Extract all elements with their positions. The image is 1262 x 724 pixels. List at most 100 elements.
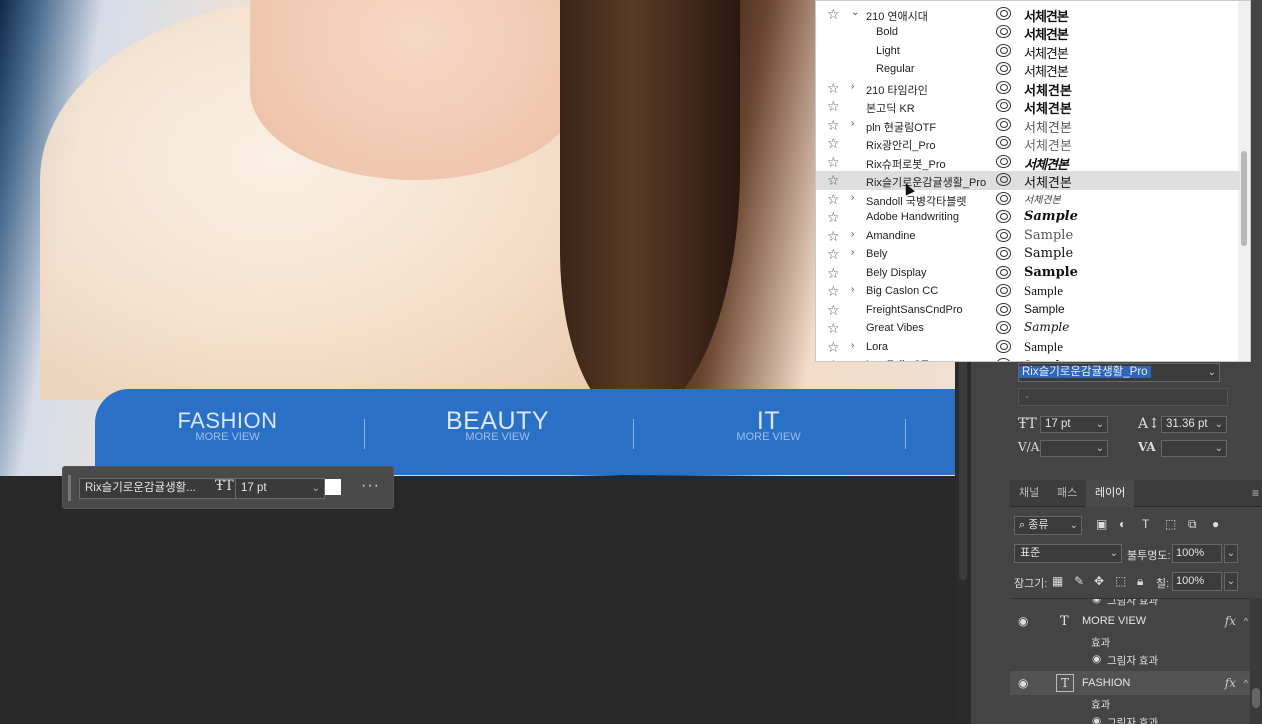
font-list-item[interactable]: Regular 서체견본 [816,60,1240,79]
eye-icon[interactable]: ◉ [1092,715,1101,724]
eye-icon[interactable]: ◉ [1092,653,1101,665]
leading-field[interactable]: 31.36 pt ⌄ [1161,416,1227,433]
favorite-star-icon[interactable]: ☆ [827,98,840,114]
chevron-right-icon[interactable]: › [851,284,854,295]
layer-effects-group[interactable]: 효과 [1010,695,1250,713]
chevron-right-icon[interactable]: › [851,247,854,258]
favorite-star-icon[interactable]: ☆ [827,246,840,262]
font-list-item[interactable]: ☆ › Los Feliz OT Sample [816,356,1240,361]
lock-paint-icon[interactable]: ✎ [1074,574,1084,588]
layer-effects-group[interactable]: 효과 [1010,633,1250,651]
text-color-swatch[interactable] [325,479,341,495]
lock-position-icon[interactable]: ✥ [1094,574,1104,588]
font-list-item[interactable]: Light 서체견본 [816,42,1240,61]
tab-paths[interactable]: 패스 [1048,480,1086,507]
font-list-item[interactable]: ☆ Great Vibes Sample [816,319,1240,338]
smart-object-filter-icon[interactable]: ⧉ [1188,517,1197,532]
font-list-item[interactable]: ☆ ⌄ 210 연애시대 서체견본 [816,5,1240,24]
banner-item-it[interactable]: IT MORE VIEW [706,407,831,443]
scrollbar-thumb[interactable] [1241,151,1247,246]
fill-chevron-icon[interactable]: ⌄ [1224,572,1238,591]
font-size-select[interactable]: 17 pt ⌄ [235,478,325,499]
eye-icon[interactable]: ◉ [1018,676,1028,690]
adjustment-filter-icon[interactable]: ◐ [1119,517,1126,531]
kerning-field[interactable]: ⌄ [1040,440,1108,457]
chevron-right-icon[interactable]: › [851,81,854,92]
layer-effect-item[interactable]: ◉ 그림자 효과 [1010,599,1250,607]
collapse-caret-icon[interactable]: ^ [1244,678,1248,688]
tracking-field[interactable]: ⌄ [1161,440,1227,457]
layer-effect-item[interactable]: ◉ 그림자 효과 [1010,651,1250,669]
tab-layers[interactable]: 레이어 [1086,480,1135,507]
favorite-star-icon[interactable]: ☆ [827,302,840,318]
scrollbar-thumb[interactable] [1252,688,1260,708]
character-font-style[interactable]: - [1018,388,1228,406]
font-list-item[interactable]: ☆ › pln 현굴림OTF 서체견본 [816,116,1240,135]
shape-filter-icon[interactable]: ⬚ [1165,517,1176,531]
eye-icon[interactable]: ◉ [1092,599,1101,605]
blend-mode-select[interactable]: 표준 ⌄ [1014,544,1122,563]
font-list-item[interactable]: ☆ › 210 타임라인 서체견본 [816,79,1240,98]
chevron-down-icon[interactable]: ⌄ [851,7,859,18]
favorite-star-icon[interactable]: ☆ [827,339,840,355]
favorite-star-icon[interactable]: ☆ [827,265,840,281]
font-list-item[interactable]: ☆ 본고딕 KR 서체견본 [816,97,1240,116]
fx-icon[interactable]: fx [1225,676,1236,690]
font-list-item[interactable]: ☆ Rix슈퍼로봇_Pro 서체견본 [816,153,1240,172]
more-options-icon[interactable]: ··· [361,477,380,495]
chevron-right-icon[interactable]: › [851,340,854,351]
font-list-item[interactable]: ☆ › Amandine Sample [816,227,1240,246]
lock-artboard-icon[interactable]: ⬚ [1115,574,1126,588]
font-list-item[interactable]: ☆ Rix슬기로운감귤생활_Pro 서체견본 [816,171,1240,190]
font-list-item[interactable]: ☆ › Lora Sample [816,338,1240,357]
favorite-star-icon[interactable]: ☆ [827,191,840,207]
favorite-star-icon[interactable]: ☆ [827,135,840,151]
favorite-star-icon[interactable]: ☆ [827,80,840,96]
collapse-caret-icon[interactable]: ^ [1244,616,1248,626]
chevron-right-icon[interactable]: › [851,118,854,129]
font-list-item[interactable]: ☆ FreightSansCndPro Sample [816,301,1240,320]
opacity-chevron-icon[interactable]: ⌄ [1224,544,1238,563]
favorite-star-icon[interactable]: ☆ [827,283,840,299]
favorite-star-icon[interactable]: ☆ [827,117,840,133]
tab-channels[interactable]: 채널 [1010,480,1048,507]
banner-item-beauty[interactable]: BEAUTY MORE VIEW [435,407,560,443]
panel-menu-icon[interactable]: ≡ [1252,486,1259,500]
favorite-star-icon[interactable]: ☆ [827,320,840,336]
adobe-fonts-cloud-icon [996,154,1011,168]
type-filter-icon[interactable]: T [1142,517,1149,531]
favorite-star-icon[interactable]: ☆ [827,209,840,225]
font-list-item[interactable]: ☆ Adobe Handwriting Sample [816,208,1240,227]
font-list-item[interactable]: ☆ › Bely Sample [816,245,1240,264]
filter-kind-select[interactable]: ⌕ 종류 ⌄ [1014,516,1082,535]
filter-toggle-icon[interactable]: ● [1212,517,1219,531]
favorite-star-icon[interactable]: ☆ [827,228,840,244]
lock-all-icon[interactable]: 🔒︎ [1137,574,1143,589]
font-list-item[interactable]: Bold 서체견본 [816,23,1240,42]
eye-icon[interactable]: ◉ [1018,614,1028,628]
favorite-star-icon[interactable]: ☆ [827,6,840,22]
character-font-family[interactable]: Rix슬기로운감귤생활_Pro ⌄ [1018,363,1220,382]
opacity-field[interactable]: 100% [1172,544,1222,563]
layer-effect-item[interactable]: ◉ 그림자 효과 [1010,713,1250,724]
font-list-item[interactable]: ☆ Rix광안리_Pro 서체견본 [816,134,1240,153]
font-list-item[interactable]: ☆ › Sandoll 국병각타블렛 서체견본 [816,190,1240,209]
chevron-right-icon[interactable]: › [851,358,854,361]
favorite-star-icon[interactable]: ☆ [827,357,840,361]
font-list-item[interactable]: ☆ › Big Caslon CC Sample [816,282,1240,301]
banner-item-fashion[interactable]: FASHION MORE VIEW [165,407,290,443]
font-size-field[interactable]: 17 pt ⌄ [1040,416,1108,433]
favorite-star-icon[interactable]: ☆ [827,172,840,188]
layer-row-more-view[interactable]: ◉ T MORE VIEW fx ^ [1010,611,1250,633]
layers-scrollbar[interactable] [1250,598,1262,724]
font-list-item[interactable]: ☆ Bely Display Sample [816,264,1240,283]
lock-transparent-icon[interactable]: ▦ [1052,574,1063,588]
fill-field[interactable]: 100% [1172,572,1222,591]
chevron-right-icon[interactable]: › [851,229,854,240]
pixel-filter-icon[interactable]: ▣ [1096,517,1107,531]
chevron-right-icon[interactable]: › [851,192,854,203]
drag-handle[interactable] [68,475,71,501]
favorite-star-icon[interactable]: ☆ [827,154,840,170]
fx-icon[interactable]: fx [1225,614,1236,628]
layer-row-fashion[interactable]: ◉ T FASHION fx ^ [1010,671,1250,695]
